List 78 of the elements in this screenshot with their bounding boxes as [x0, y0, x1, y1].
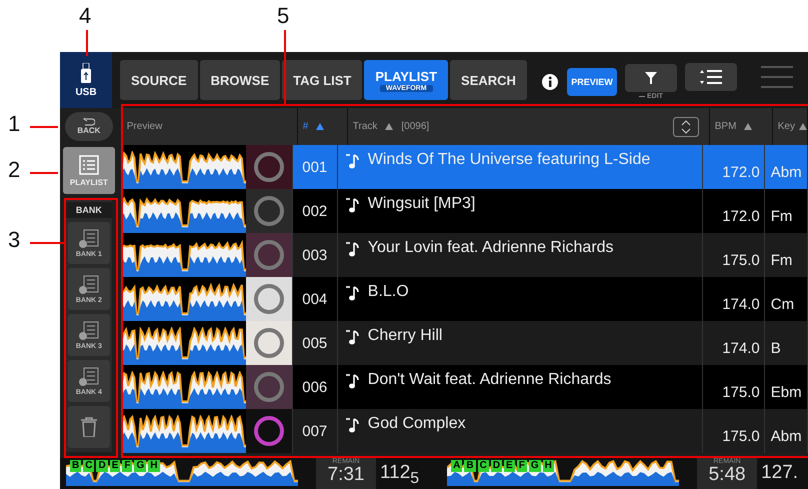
column-header: Preview	[126, 121, 162, 132]
cue-marker: C	[83, 460, 94, 472]
preview-button[interactable]: PREVIEW	[566, 68, 617, 96]
track-title: Don't Wait feat. Adrienne Richards	[368, 371, 612, 389]
tab[interactable]: BROWSE	[200, 60, 280, 100]
cue-marker: H	[542, 460, 554, 472]
bank-title: BANK	[66, 202, 112, 218]
list-icon	[78, 154, 99, 175]
sort-list-icon	[700, 70, 722, 84]
cue-marker: B	[464, 460, 476, 472]
sort-arrow-icon	[744, 123, 752, 130]
column-header[interactable]: BPM	[714, 121, 736, 132]
track-row[interactable]: 004 B.L.O 174.0 Cm	[122, 277, 808, 321]
track-count: [0096]	[401, 121, 430, 132]
usb-source-button[interactable]: USB	[60, 52, 112, 108]
cue-marker: G	[134, 460, 146, 472]
track-title: Cherry Hill	[368, 327, 442, 345]
callout-number: 3	[8, 228, 20, 252]
sort-toggle-icon[interactable]	[672, 116, 699, 136]
tab[interactable]: SEARCH	[450, 60, 527, 100]
music-note-icon	[346, 373, 360, 389]
playlist-bank-icon	[78, 228, 100, 248]
track-row[interactable]: 001 Winds Of The Universe featuring L-Side 172.0 Abm	[122, 145, 808, 189]
info-icon[interactable]	[540, 73, 559, 91]
return-arrow-icon	[82, 118, 95, 126]
cue-marker: E	[504, 460, 515, 472]
sort-arrow-icon	[385, 123, 394, 130]
cue-marker: F	[122, 460, 132, 472]
usb-drive-icon	[81, 62, 91, 82]
callout-number: 2	[8, 158, 20, 182]
filter-button[interactable]	[624, 64, 677, 92]
column-header[interactable]: #	[302, 121, 308, 132]
cue-marker: G	[528, 460, 541, 472]
playlist-bank-icon	[78, 274, 100, 294]
music-note-icon	[346, 153, 360, 169]
track-title: Winds Of The Universe featuring L-Side	[368, 151, 650, 169]
music-note-icon	[346, 197, 360, 213]
deck-bpm: 127.	[760, 461, 800, 485]
sort-list-button[interactable]	[684, 63, 737, 91]
cue-marker: D	[490, 460, 502, 472]
track-row[interactable]: 005 Cherry Hill 174.0 B	[122, 321, 808, 365]
back-button[interactable]: BACK	[64, 112, 113, 142]
track-row[interactable]: 006 Don't Wait feat. Adrienne Richards 175.0 Ebm	[122, 365, 808, 409]
callout-number: 5	[277, 4, 290, 28]
music-note-icon	[346, 329, 360, 345]
deck-bpm: 112$_{5}$	[379, 461, 420, 489]
key-cell: Abm	[764, 409, 808, 453]
track-row[interactable]: 007 God Complex 175.0 Abm	[122, 409, 808, 453]
track-row[interactable]: 003 Your Lovin feat. Adrienne Richards 175.0 Fm	[122, 233, 808, 277]
music-note-icon	[346, 285, 360, 301]
sort-arrow-icon	[316, 123, 324, 130]
track-title: B.L.O	[368, 283, 409, 301]
cue-marker: E	[110, 460, 120, 472]
playlist-bank-icon	[78, 320, 100, 340]
cue-marker: H	[148, 460, 160, 472]
cue-marker: F	[516, 460, 527, 472]
cue-marker: A	[451, 460, 462, 472]
bpm-cell: 175.0	[702, 409, 765, 453]
track-title: Wingsuit [MP3]	[368, 195, 476, 213]
column-header[interactable]: Track	[352, 121, 378, 132]
playlist-bank-icon	[78, 366, 100, 386]
track-row[interactable]: 002 Wingsuit [MP3] 172.0 Fm	[122, 189, 808, 233]
sort-arrow-icon	[799, 123, 807, 130]
cue-marker: D	[96, 460, 108, 472]
track-number: 007	[292, 409, 338, 453]
music-note-icon	[346, 241, 360, 257]
cue-marker: C	[478, 460, 489, 472]
tab[interactable]: TAG LIST	[282, 60, 362, 100]
callout-number: 1	[8, 112, 20, 136]
track-title: Your Lovin feat. Adrienne Richards	[368, 239, 614, 257]
track-title: God Complex	[368, 415, 466, 433]
tab[interactable]: SOURCE	[120, 60, 198, 100]
filter-icon	[644, 72, 657, 84]
column-header[interactable]: Key	[778, 121, 795, 132]
music-note-icon	[346, 417, 360, 433]
trash-icon	[80, 417, 97, 437]
callout-number: 4	[79, 4, 92, 28]
cue-marker: B	[70, 460, 82, 472]
